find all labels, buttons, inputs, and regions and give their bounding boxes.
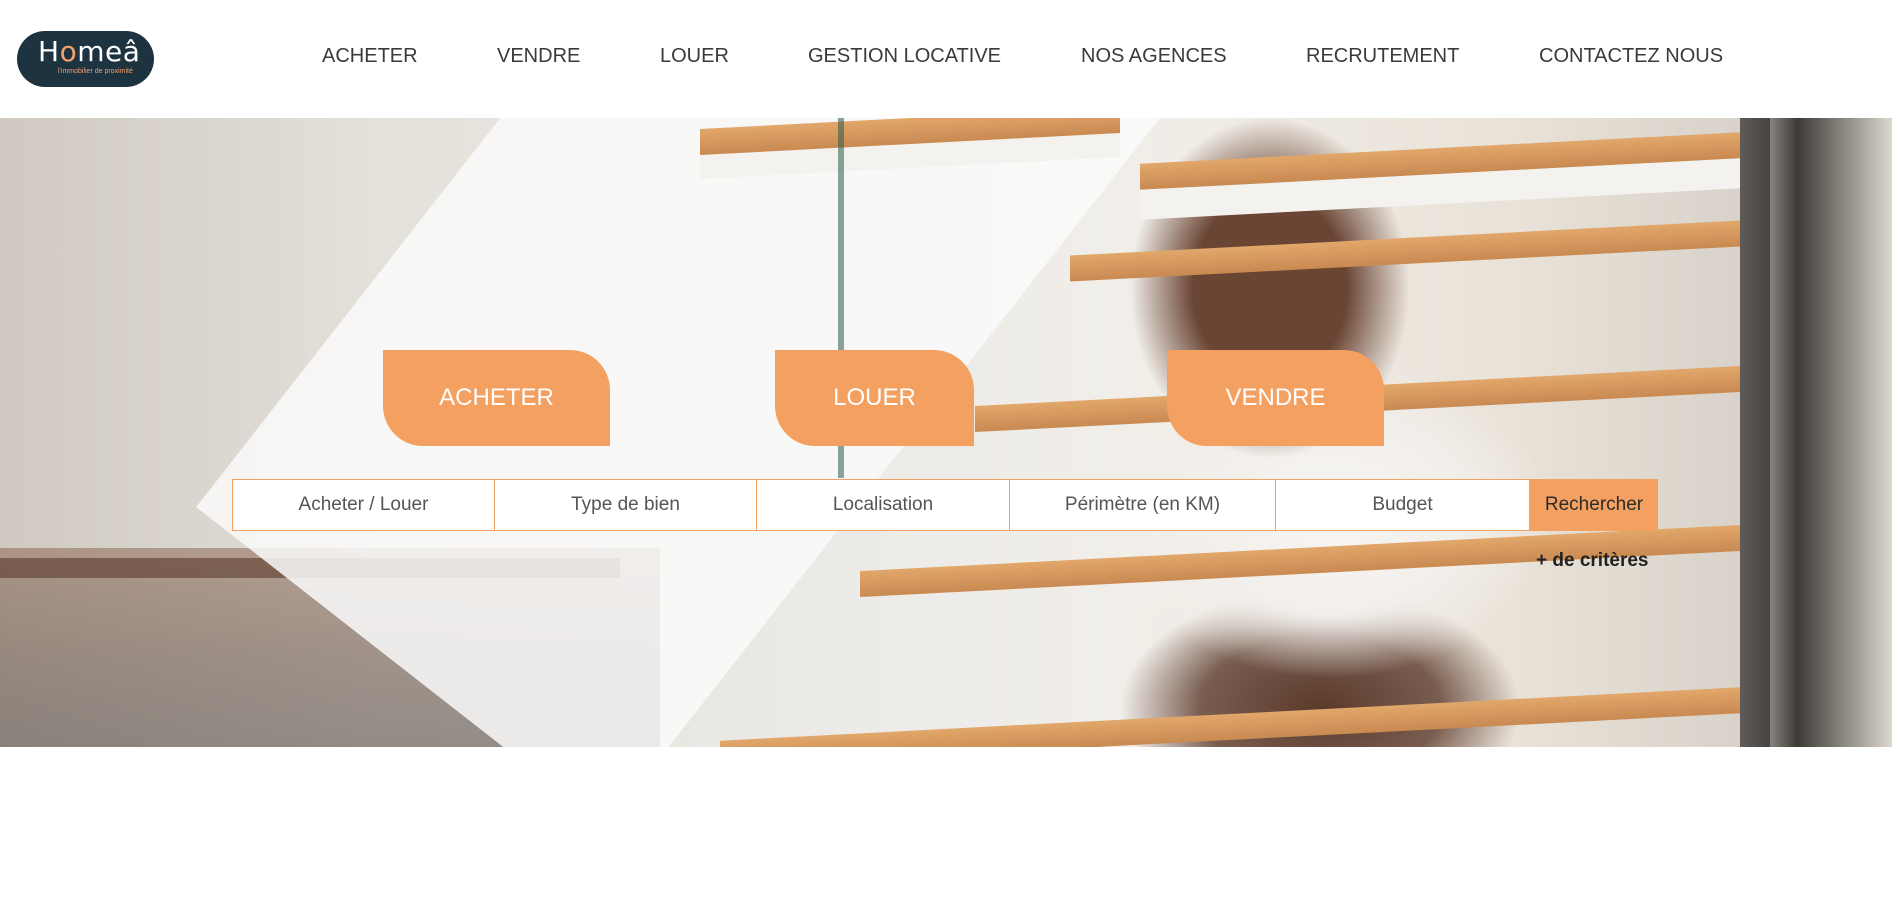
budget-input[interactable]: Budget — [1276, 479, 1530, 531]
logo-tagline: l'immobilier de proximité — [58, 68, 133, 75]
hero-bg-step-tread — [1070, 220, 1740, 282]
logo-house-icon: o — [59, 35, 78, 68]
nav-contactez-nous[interactable]: CONTACTEZ NOUS — [1539, 45, 1723, 68]
transaction-type-select[interactable]: Acheter / Louer — [232, 479, 495, 531]
hero-bg-step-tread — [720, 687, 1740, 747]
tab-acheter[interactable]: ACHETER — [383, 350, 610, 446]
property-search-bar: Acheter / Louer Type de bien Localisatio… — [232, 479, 1658, 531]
nav-vendre[interactable]: VENDRE — [497, 45, 580, 68]
homea-logo[interactable]: Homeâ l'immobilier de proximité — [17, 31, 154, 87]
tab-vendre-label: VENDRE — [1225, 384, 1326, 411]
nav-gestion-locative[interactable]: GESTION LOCATIVE — [808, 45, 1001, 68]
tab-louer-label: LOUER — [833, 384, 916, 411]
hero-bg-doorframe — [1740, 118, 1770, 747]
logo-wordmark: Homeâ — [38, 35, 141, 68]
tab-louer[interactable]: LOUER — [775, 350, 974, 446]
location-input[interactable]: Localisation — [757, 479, 1010, 531]
site-header: Homeâ l'immobilier de proximité ACHETER … — [0, 0, 1892, 118]
nav-louer[interactable]: LOUER — [660, 45, 729, 68]
nav-acheter[interactable]: ACHETER — [322, 45, 418, 68]
radius-input[interactable]: Périmètre (en KM) — [1010, 479, 1276, 531]
nav-recrutement[interactable]: RECRUTEMENT — [1306, 45, 1459, 68]
hero-banner: ACHETER LOUER VENDRE Acheter / Louer Typ… — [0, 118, 1892, 747]
tab-vendre[interactable]: VENDRE — [1167, 350, 1384, 446]
property-type-select[interactable]: Type de bien — [495, 479, 757, 531]
tab-acheter-label: ACHETER — [439, 384, 554, 411]
more-criteria-link[interactable]: + de critères — [1536, 550, 1649, 572]
nav-nos-agences[interactable]: NOS AGENCES — [1081, 45, 1227, 68]
search-button[interactable]: Rechercher — [1530, 479, 1658, 531]
